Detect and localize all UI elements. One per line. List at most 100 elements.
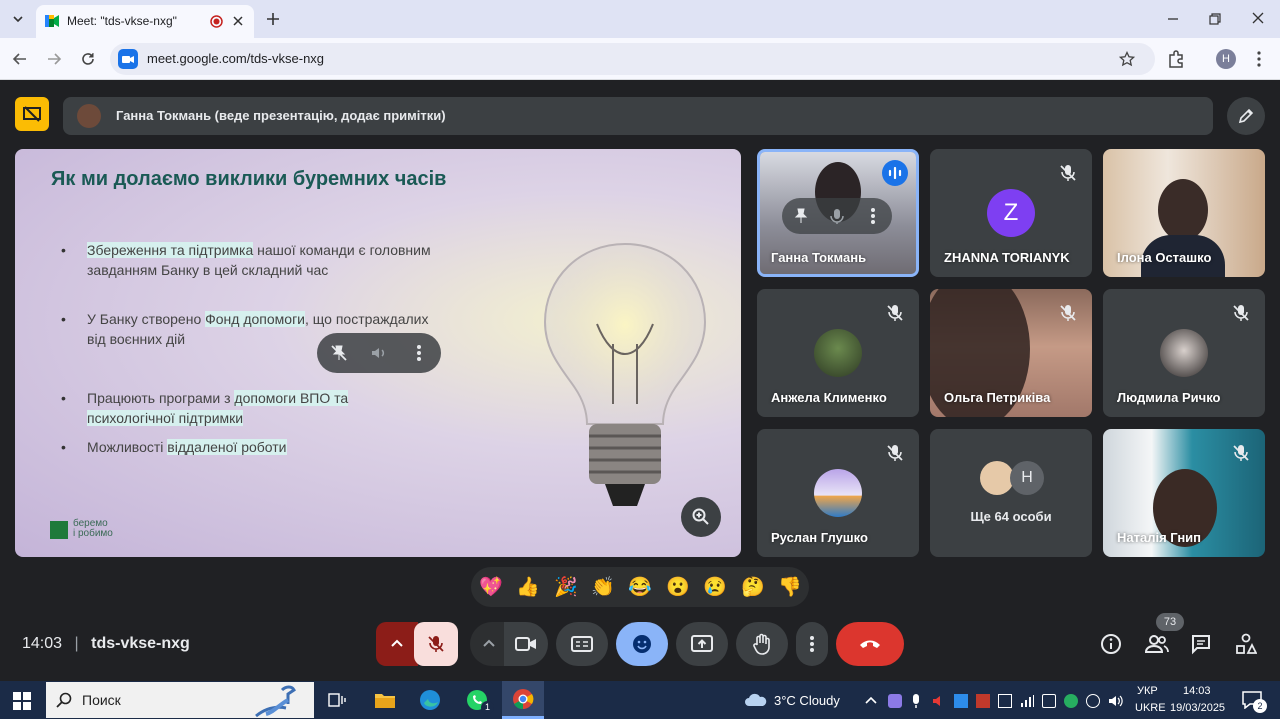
- leave-call-button[interactable]: [836, 622, 904, 666]
- tray-app-icon[interactable]: [998, 694, 1012, 708]
- speaker-muted-tray-icon[interactable]: [932, 694, 946, 708]
- tray-app-icon[interactable]: [1064, 694, 1078, 708]
- task-view-icon[interactable]: [328, 692, 346, 708]
- network-icon[interactable]: [1020, 694, 1034, 708]
- captions-button[interactable]: [556, 622, 608, 666]
- hand-icon: [753, 633, 770, 655]
- clock-time[interactable]: 14:03: [1183, 685, 1211, 697]
- more-participants-tile[interactable]: H Ще 64 особи: [930, 429, 1092, 557]
- participant-tile[interactable]: Ольга Петриківа: [930, 289, 1092, 417]
- tray-app-icon[interactable]: [954, 694, 968, 708]
- more-vert-icon[interactable]: [868, 207, 878, 225]
- microphone-tray-icon[interactable]: [910, 693, 922, 709]
- participant-tile[interactable]: Людмила Ричко: [1103, 289, 1265, 417]
- tray-app-icon[interactable]: [888, 694, 902, 708]
- reaction-surprised[interactable]: 😮: [666, 577, 690, 599]
- tab-title: Meet: "tds-vkse-nxg": [67, 14, 177, 28]
- participant-avatar: [980, 461, 1014, 495]
- audio-wave-icon: [888, 167, 902, 179]
- reaction-clap[interactable]: 👏: [591, 577, 615, 599]
- more-options-button[interactable]: [796, 622, 828, 666]
- edge-browser-icon[interactable]: [419, 689, 441, 711]
- reaction-thumbs-up[interactable]: 👍: [516, 577, 540, 599]
- emoji-icon: [633, 635, 651, 653]
- reactions-button[interactable]: [616, 622, 668, 666]
- stop-presenting-button[interactable]: [15, 97, 49, 131]
- tray-app-icon[interactable]: [1086, 694, 1100, 708]
- more-participants-label: Ще 64 особи: [970, 509, 1052, 524]
- more-vert-icon[interactable]: [413, 343, 425, 363]
- participant-tile[interactable]: Руслан Глушко: [757, 429, 919, 557]
- taskbar-search-box[interactable]: Поиск: [46, 682, 314, 718]
- meeting-separator: |: [74, 635, 79, 652]
- weather-text[interactable]: 3°C Cloudy: [774, 693, 840, 708]
- keyboard-language[interactable]: УКР: [1137, 685, 1158, 697]
- bookmark-star-icon[interactable]: [1119, 51, 1135, 67]
- mic-icon[interactable]: [828, 207, 846, 225]
- people-button[interactable]: [1144, 631, 1170, 657]
- zoom-button[interactable]: [681, 497, 721, 537]
- presenter-banner: Ганна Токмань (веде презентацію, додає п…: [63, 97, 1213, 135]
- meeting-details-icon[interactable]: [1100, 633, 1122, 655]
- tray-app-icon[interactable]: [976, 694, 990, 708]
- participant-tile[interactable]: Наталія Гнип: [1103, 429, 1265, 557]
- volume-tray-icon[interactable]: [1108, 694, 1124, 708]
- presenter-avatar: [77, 104, 101, 128]
- participant-name: Анжела Клименко: [771, 390, 887, 405]
- reaction-thumbs-down[interactable]: 👎: [778, 577, 802, 599]
- close-tab-icon[interactable]: [232, 15, 244, 27]
- tray-chevron-icon[interactable]: [864, 694, 878, 706]
- new-tab-icon[interactable]: [265, 11, 281, 27]
- participant-tile[interactable]: Z ZHANNA TORIANYK: [930, 149, 1092, 277]
- activities-icon[interactable]: [1235, 633, 1257, 655]
- minimize-icon[interactable]: [1166, 12, 1180, 26]
- chrome-taskbar-item[interactable]: [502, 681, 544, 719]
- reaction-party[interactable]: 🎉: [554, 577, 578, 599]
- chat-icon[interactable]: [1190, 633, 1212, 655]
- pin-icon[interactable]: [792, 207, 810, 225]
- browser-tab[interactable]: Meet: "tds-vkse-nxg": [36, 5, 254, 38]
- recording-icon: [210, 15, 223, 28]
- pin-off-icon[interactable]: [329, 343, 349, 363]
- browser-toolbar: meet.google.com/tds-vkse-nxg H: [0, 38, 1280, 80]
- address-bar[interactable]: meet.google.com/tds-vkse-nxg: [110, 43, 1155, 75]
- chevron-up-icon: [391, 639, 403, 647]
- tab-search-button[interactable]: [8, 9, 28, 29]
- clock-date[interactable]: 19/03/2025: [1170, 702, 1225, 714]
- close-window-icon[interactable]: [1251, 11, 1265, 25]
- profile-avatar[interactable]: H: [1216, 49, 1236, 69]
- extensions-icon[interactable]: [1167, 50, 1185, 68]
- tray-app-icon[interactable]: [1042, 694, 1056, 708]
- volume-icon[interactable]: [369, 343, 389, 363]
- reload-icon[interactable]: [80, 51, 96, 67]
- people-icon: [1144, 635, 1169, 653]
- reaction-heart[interactable]: 💖: [479, 577, 503, 599]
- site-info-icon[interactable]: [118, 49, 138, 69]
- keyboard-language-sub: UKRE: [1135, 702, 1166, 714]
- participant-avatar: [1160, 329, 1208, 377]
- present-button[interactable]: [676, 622, 728, 666]
- browser-menu-icon[interactable]: [1251, 50, 1267, 68]
- heron-illustration-icon: [255, 685, 296, 718]
- windows-start-icon[interactable]: [13, 692, 31, 710]
- participant-name: ZHANNA TORIANYK: [944, 250, 1070, 265]
- audio-options-button[interactable]: [376, 622, 418, 666]
- forward-icon[interactable]: [46, 51, 62, 67]
- raise-hand-button[interactable]: [736, 622, 788, 666]
- participant-tile[interactable]: Ілона Осташко: [1103, 149, 1265, 277]
- annotate-button[interactable]: [1227, 97, 1265, 135]
- restore-icon[interactable]: [1208, 12, 1222, 26]
- reaction-laugh[interactable]: 😂: [628, 577, 652, 599]
- reaction-sad[interactable]: 😢: [703, 577, 727, 599]
- reaction-thinking[interactable]: 🤔: [741, 577, 765, 599]
- file-explorer-icon[interactable]: [374, 691, 396, 709]
- meeting-time: 14:03: [22, 635, 63, 652]
- more-vert-icon: [810, 636, 814, 652]
- participant-tile[interactable]: Ганна Токмань: [757, 149, 919, 277]
- presentation-slide: Як ми долаємо виклики буремних часів • Зб…: [15, 149, 741, 557]
- camera-button[interactable]: [504, 622, 548, 666]
- participant-name: Наталія Гнип: [1117, 530, 1202, 545]
- microphone-button[interactable]: [414, 622, 458, 666]
- back-icon[interactable]: [12, 51, 28, 67]
- participant-tile[interactable]: Анжела Клименко: [757, 289, 919, 417]
